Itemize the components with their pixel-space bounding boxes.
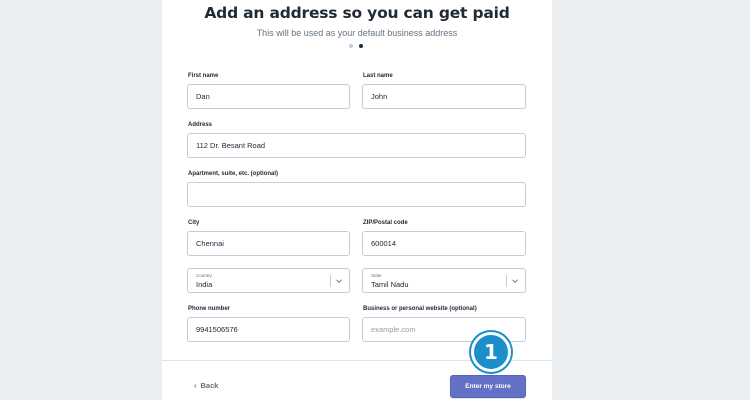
apartment-field[interactable] (187, 182, 526, 207)
phone-label: Phone number (188, 306, 231, 312)
country-select[interactable]: Country India (187, 268, 350, 293)
back-label: Back (200, 381, 219, 390)
zip-label: ZIP/Postal code (363, 220, 408, 226)
address-field[interactable] (187, 133, 526, 158)
website-label: Business or personal website (optional) (363, 306, 477, 312)
chevron-down-icon (512, 279, 518, 284)
select-divider (506, 275, 507, 287)
apartment-label: Apartment, suite, etc. (optional) (188, 171, 279, 177)
phone-field[interactable] (187, 317, 350, 342)
step-dot-2-active (359, 44, 363, 48)
state-select-label: State (371, 273, 382, 278)
first-name-label: First name (188, 73, 219, 79)
step-number-badge: 1 (471, 332, 511, 372)
page-subtitle: This will be used as your default busine… (256, 28, 458, 38)
last-name-label: Last name (363, 73, 393, 79)
chevron-down-icon (336, 279, 342, 284)
select-divider (330, 275, 331, 287)
last-name-field[interactable] (362, 84, 526, 109)
address-label: Address (188, 122, 213, 128)
step-dot-1 (349, 44, 353, 48)
city-field[interactable] (187, 231, 350, 256)
chevron-left-icon: ‹ (194, 381, 197, 390)
page-title: Add an address so you can get paid (204, 4, 510, 22)
first-name-field[interactable] (187, 84, 350, 109)
state-select-value: Tamil Nadu (371, 280, 409, 289)
enter-my-store-button[interactable]: Enter my store (450, 375, 526, 398)
state-select[interactable]: State Tamil Nadu (362, 268, 526, 293)
city-label: City (188, 220, 200, 226)
zip-field[interactable] (362, 231, 526, 256)
back-link[interactable]: ‹ Back (194, 381, 218, 390)
country-select-value: India (196, 280, 213, 289)
country-select-label: Country (196, 273, 212, 278)
